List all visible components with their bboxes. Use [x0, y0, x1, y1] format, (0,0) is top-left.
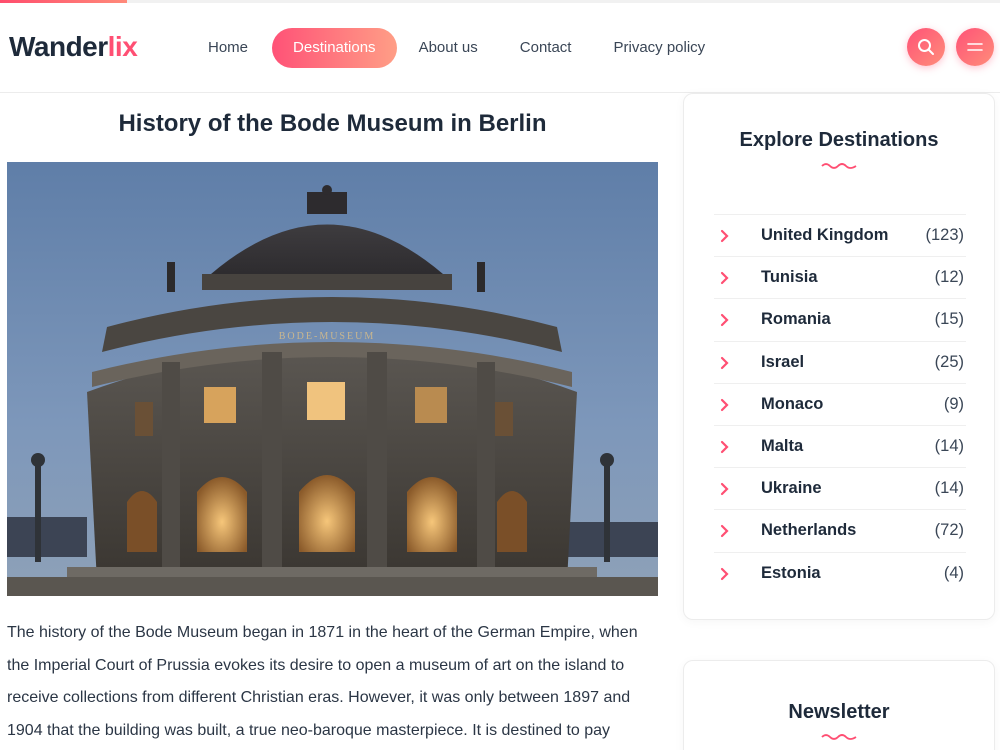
search-button[interactable]: [907, 28, 945, 66]
squiggle-decoration-icon: [821, 734, 857, 740]
nav-about-us[interactable]: About us: [401, 28, 496, 68]
destination-item-malta[interactable]: Malta (14): [714, 424, 966, 467]
site-logo[interactable]: Wanderlix: [9, 31, 138, 63]
article-hero-image: BODE-MUSEUM: [7, 162, 658, 596]
destination-count: (14): [934, 437, 964, 456]
destination-name: Monaco: [761, 394, 824, 413]
chevron-right-icon: [720, 483, 729, 496]
building-inscription: BODE-MUSEUM: [279, 331, 375, 342]
logo-text-accent: lix: [107, 31, 138, 62]
destination-count: (15): [934, 310, 964, 329]
squiggle-decoration-icon: [821, 163, 857, 169]
destination-item-israel[interactable]: Israel (25): [714, 340, 966, 383]
destination-item-monaco[interactable]: Monaco (9): [714, 382, 966, 425]
destination-item-ukraine[interactable]: Ukraine (14): [714, 467, 966, 509]
chevron-right-icon: [720, 272, 729, 285]
destination-count: (9): [943, 394, 964, 413]
search-icon: [918, 39, 934, 55]
logo-text-primary: Wander: [9, 31, 108, 62]
nav-privacy-policy[interactable]: Privacy policy: [595, 28, 723, 68]
nav-destinations[interactable]: Destinations: [272, 28, 397, 68]
explore-destinations-title: Explore Destinations: [739, 129, 939, 151]
menu-icon: [967, 43, 983, 51]
destination-name: Israel: [761, 352, 805, 371]
destination-item-romania[interactable]: Romania (15): [714, 298, 966, 340]
destination-count: (4): [943, 563, 964, 582]
nav-home[interactable]: Home: [190, 28, 266, 68]
chevron-right-icon: [720, 229, 729, 243]
destination-count: (12): [934, 268, 964, 287]
article-body: The history of the Bode Museum began in …: [7, 624, 638, 739]
destination-count: (123): [925, 226, 964, 245]
article-title: History of the Bode Museum in Berlin: [118, 110, 547, 137]
destination-count: (72): [934, 521, 964, 540]
chevron-right-icon: [720, 525, 729, 538]
newsletter-title: Newsletter: [788, 701, 890, 723]
chevron-right-icon: [720, 398, 729, 411]
destination-name: Malta: [761, 437, 804, 456]
destination-item-united-kingdom[interactable]: United Kingdom (123): [714, 214, 966, 256]
newsletter-widget: Newsletter: [683, 660, 995, 750]
destination-name: United Kingdom: [761, 226, 889, 245]
site-header: Wanderlix Home Destinations About us Con…: [0, 3, 1000, 93]
menu-button[interactable]: [956, 28, 994, 66]
chevron-right-icon: [720, 567, 729, 580]
destination-name: Romania: [761, 310, 831, 329]
destination-name: Ukraine: [761, 479, 822, 498]
destination-count: (25): [934, 352, 964, 371]
destination-name: Netherlands: [761, 521, 857, 540]
chevron-right-icon: [720, 440, 729, 454]
chevron-right-icon: [720, 314, 729, 327]
main-nav: Home Destinations About us Contact Priva…: [190, 28, 729, 68]
nav-contact[interactable]: Contact: [502, 28, 590, 68]
destination-item-tunisia[interactable]: Tunisia (12): [714, 256, 966, 298]
destination-name: Tunisia: [761, 268, 818, 287]
destination-item-estonia[interactable]: Estonia (4): [714, 551, 966, 594]
explore-destinations-widget: Explore Destinations United Kingdom (123…: [683, 93, 995, 620]
destination-count: (14): [934, 479, 964, 498]
destination-list: United Kingdom (123) Tunisia (12) Romani…: [714, 214, 966, 594]
chevron-right-icon: [720, 356, 729, 369]
destination-name: Estonia: [761, 563, 821, 582]
destination-item-netherlands[interactable]: Netherlands (72): [714, 509, 966, 551]
